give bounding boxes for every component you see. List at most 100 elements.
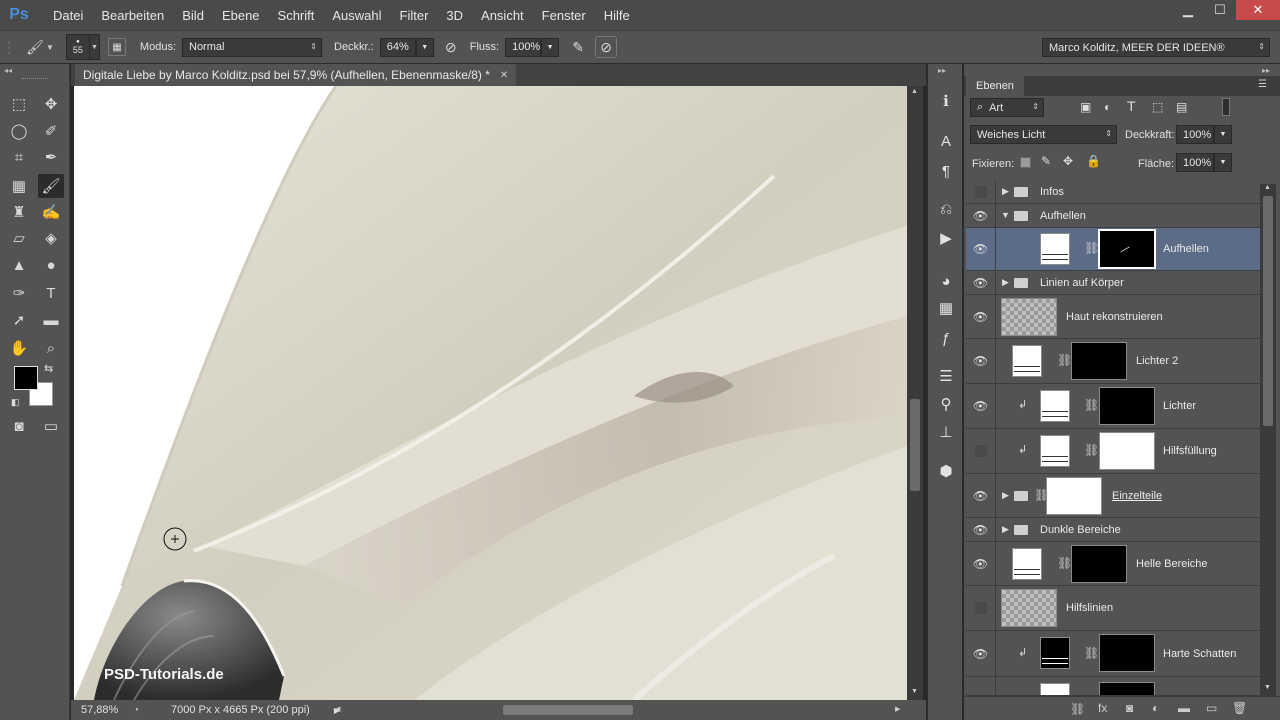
fluss-arrow[interactable]: ▼ [541,37,560,57]
layer-filter-dropdown[interactable]: ⌕ Art ⇕ [970,98,1044,117]
eye-icon[interactable]: 👁 [966,631,996,676]
expand-arrow-icon[interactable]: ▶ [1002,277,1009,288]
minimize-button[interactable]: ▁ [1172,0,1204,20]
dodge-tool-icon[interactable]: ● [38,253,64,277]
layer-row-linien-auf-koerper[interactable]: 👁 ▶ Linien auf Körper [966,272,1260,295]
move-tool-icon[interactable]: ✥ [38,92,64,116]
history-brush-tool-icon[interactable]: ✍ [38,200,64,224]
layer-row-hilfsfuellung[interactable]: ↲ ⛓ Hilfsfüllung [966,429,1260,474]
paragraph-panel-icon[interactable]: ¶ [933,159,959,183]
rectangle-tool-icon[interactable]: ▬ [38,308,64,332]
deckkraft-arrow[interactable]: ▼ [415,37,434,57]
fill-input[interactable]: 100% [1176,153,1214,172]
lock-pixels-icon[interactable]: ✎ [1041,154,1051,168]
brush-presets-panel-icon[interactable]: ⚲ [933,392,959,416]
eye-icon[interactable]: 👁 [966,384,996,428]
swatches-panel-icon[interactable]: ▦ [933,296,959,320]
lock-all-icon[interactable]: 🔒 [1086,154,1101,168]
expand-arrow-icon[interactable]: ▶ [1002,490,1009,501]
scroll-down-icon[interactable]: ▼ [911,688,918,695]
workspace-dropdown[interactable]: Marco Kolditz, MEER DER IDEEN® ⇕ [1042,38,1270,57]
history-panel-icon[interactable]: ⎌ [933,197,959,221]
collapse-arrow-icon[interactable]: ▼ [1001,210,1010,220]
quick-mask-icon[interactable]: ◙ [6,414,32,438]
styles-panel-icon[interactable]: ƒ [933,326,959,350]
layer-opacity-input[interactable]: 100% [1176,125,1214,144]
marquee-tool-icon[interactable]: ⬚ [6,92,32,116]
brush-tool-preset-icon[interactable]: 🖌 [24,36,46,58]
filter-pixel-icon[interactable]: ▣ [1080,100,1091,114]
lasso-tool-icon[interactable]: ◯ [6,119,32,143]
layer-row-lichter-2[interactable]: 👁 ⛓ Lichter 2 [966,339,1260,384]
link-icon[interactable]: ⛓ [1084,443,1099,457]
group-mask-thumbnail[interactable] [1046,477,1102,515]
eye-icon[interactable]: 👁 [966,518,996,541]
airbrush-icon[interactable]: ✎ [567,36,589,58]
brush-size-picker[interactable]: ● 55 [65,34,90,60]
layer-mask-thumbnail[interactable] [1099,432,1155,470]
adjustments-panel-icon[interactable]: ☰ [933,364,959,388]
layer-row-harte-schatten[interactable]: 👁 ↲ ⛓ Harte Schatten [966,631,1260,677]
layer-row-haut-rekonstruieren[interactable]: 👁 Haut rekonstruieren [966,295,1260,339]
eye-icon[interactable]: 👁 [966,272,996,294]
status-icon[interactable]: ◔ [133,705,149,716]
menu-3d[interactable]: 3D [437,8,472,23]
zoom-tool-icon[interactable]: ⌕ [38,336,64,360]
scroll-down-icon[interactable]: ▼ [1264,684,1271,691]
link-icon[interactable]: ⛓ [1084,398,1099,412]
close-document-icon[interactable]: ✕ [500,70,508,81]
path-selection-tool-icon[interactable]: ➚ [6,308,32,332]
crop-tool-icon[interactable]: ⌗ [6,145,32,169]
swap-colors-icon[interactable]: ⇆ [44,362,53,375]
layer-thumbnail[interactable] [1040,390,1070,422]
actions-panel-icon[interactable]: ▶ [933,226,959,250]
menu-fenster[interactable]: Fenster [533,8,595,23]
layers-tab[interactable]: Ebenen [966,76,1024,96]
eye-icon[interactable]: 👁 [966,228,996,270]
blur-tool-icon[interactable]: ▲ [6,253,32,277]
new-adjustment-icon[interactable]: ◐ [1152,701,1159,715]
layer-mask-thumbnail[interactable] [1071,342,1127,380]
lock-transparency-icon[interactable] [1020,157,1031,168]
layer-mask-thumbnail[interactable] [1071,545,1127,583]
document-tab[interactable]: Digitale Liebe by Marco Kolditz.psd bei … [75,64,517,86]
scroll-up-icon[interactable]: ▲ [911,88,918,95]
scroll-left-icon[interactable]: ◀ [335,705,340,713]
foreground-color-swatch[interactable] [14,366,38,390]
default-colors-icon[interactable]: ◧ [11,397,20,408]
layers-scrollbar[interactable]: ▲ ▼ [1260,184,1276,696]
layers-scroll-thumb[interactable] [1263,196,1273,426]
delete-layer-icon[interactable]: 🗑 [1232,701,1247,715]
pressure-opacity-icon[interactable]: ⊘ [440,36,462,58]
eye-icon[interactable] [966,677,996,695]
layer-thumbnail[interactable] [1040,637,1070,669]
fill-arrow[interactable]: ▼ [1214,153,1232,172]
brush-picker-arrow[interactable]: ▼ [89,34,100,60]
pen-tool-icon[interactable]: ✑ [6,281,32,305]
layer-row-infos[interactable]: ▶ Infos [966,180,1260,204]
lock-position-icon[interactable]: ✥ [1063,154,1073,168]
3d-panel-icon[interactable]: ⬢ [933,459,959,483]
canvas-horizontal-scrollbar[interactable]: ◀ ▶ [333,700,905,720]
canvas[interactable]: ❦ PSD-Tutorials.de [74,86,907,700]
eyedropper-tool-icon[interactable]: ✒ [38,145,64,169]
eye-icon[interactable]: 👁 [966,204,996,227]
brush-panel-icon[interactable]: ▦ [107,38,126,56]
maximize-button[interactable]: ☐ [1204,0,1236,20]
scroll-right-icon[interactable]: ▶ [895,705,900,713]
layer-row-lichter[interactable]: 👁 ↲ ⛓ Lichter [966,384,1260,429]
new-layer-icon[interactable]: ▭ [1206,701,1217,715]
menu-ansicht[interactable]: Ansicht [472,8,533,23]
visibility-toggle-off[interactable] [966,180,996,203]
layer-mask-thumbnail[interactable] [1098,229,1156,269]
filter-shape-icon[interactable]: ⬚ [1152,100,1163,114]
layer-row-einzelteile[interactable]: 👁 ▶ ⛓ Einzelteile [966,474,1260,518]
clone-stamp-tool-icon[interactable]: ♜ [6,200,32,224]
fluss-input[interactable]: 100% [505,37,542,57]
layer-row-dunkle-bereiche[interactable]: 👁 ▶ Dunkle Bereiche [966,518,1260,542]
blend-mode-dropdown[interactable]: Weiches Licht ⇕ [970,125,1117,144]
menu-auswahl[interactable]: Auswahl [323,8,390,23]
menu-ebene[interactable]: Ebene [213,8,269,23]
layer-mask-thumbnail[interactable] [1099,682,1155,695]
layer-thumbnail[interactable] [1040,435,1070,467]
